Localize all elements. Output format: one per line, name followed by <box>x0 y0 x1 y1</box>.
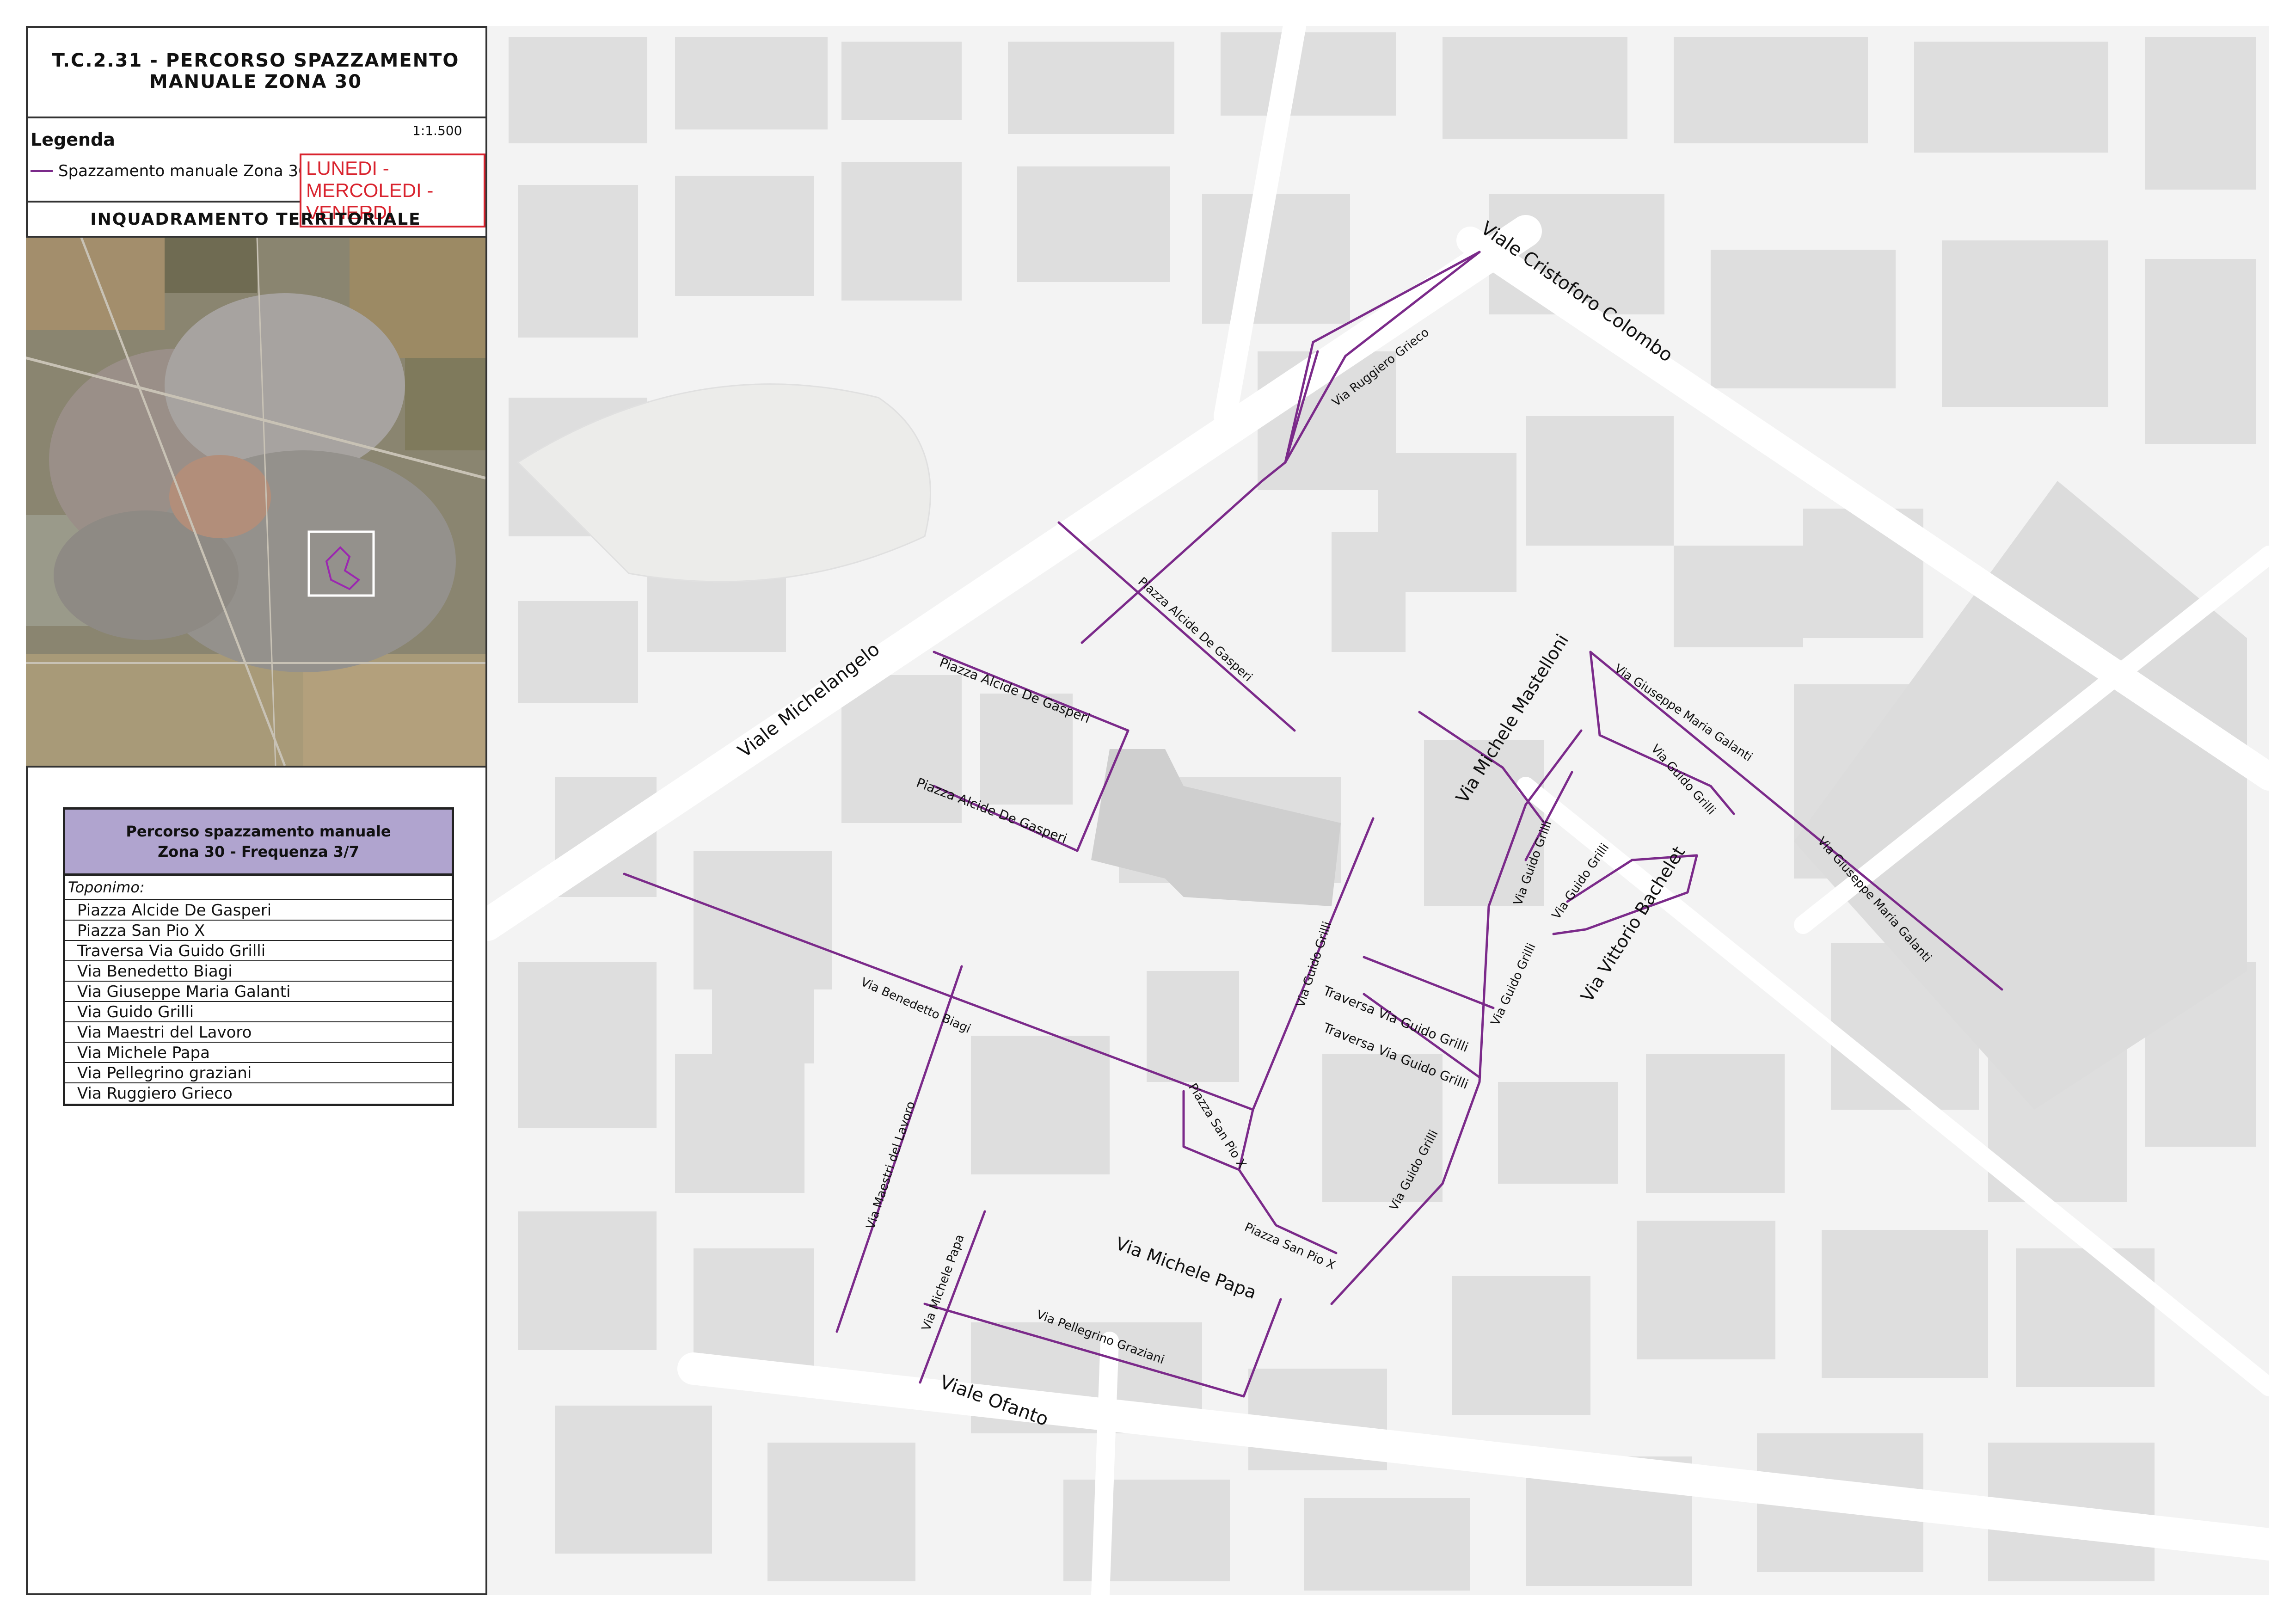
legend-heading: Legenda <box>31 129 115 150</box>
table-header: Percorso spazzamento manuale Zona 30 - F… <box>65 810 452 876</box>
table-row: Via Pellegrino graziani <box>65 1063 452 1083</box>
table-row: Via Giuseppe Maria Galanti <box>65 982 452 1002</box>
info-panel: T.C.2.31 - PERCORSO SPAZZAMENTO MANUALE … <box>26 26 487 1595</box>
legend-item-route: Spazzamento manuale Zona 30 <box>31 162 308 180</box>
table-row: Traversa Via Guido Grilli <box>65 941 452 961</box>
route-map-svg: Viale Cristoforo Colombo Via Ruggiero Gr… <box>487 26 2269 1595</box>
territorial-overview-map <box>26 238 485 768</box>
legend: Legenda 1:1.500 Spazzamento manuale Zona… <box>26 118 485 227</box>
table-row: Via Benedetto Biagi <box>65 961 452 982</box>
table-row: Piazza Alcide De Gasperi <box>65 900 452 921</box>
table-row: Via Michele Papa <box>65 1043 452 1063</box>
table-row: Via Ruggiero Grieco <box>77 1084 233 1103</box>
inquadramento-heading: INQUADRAMENTO TERRITORIALE <box>26 203 485 238</box>
table-row: Via Maestri del Lavoro <box>65 1022 452 1043</box>
table-row: Via Guido Grilli <box>65 1002 452 1022</box>
title-line-1: T.C.2.31 - PERCORSO SPAZZAMENTO <box>52 50 460 71</box>
title-block: T.C.2.31 - PERCORSO SPAZZAMENTO MANUALE … <box>26 26 485 118</box>
route-swatch-icon <box>31 170 53 172</box>
route-map: Viale Cristoforo Colombo Via Ruggiero Gr… <box>487 26 2269 1595</box>
aerial-overview-image <box>26 238 485 766</box>
table-header-line-2: Zona 30 - Frequenza 3/7 <box>158 843 359 860</box>
table-subheader: Toponimo: <box>65 876 452 900</box>
scale-label: 1:1.500 <box>412 123 462 138</box>
table-row: Piazza San Pio X <box>65 921 452 941</box>
streets-table: Percorso spazzamento manuale Zona 30 - F… <box>63 807 454 1106</box>
table-header-line-1: Percorso spazzamento manuale <box>126 823 391 840</box>
legend-item-label: Spazzamento manuale Zona 30 <box>58 162 308 180</box>
title-line-2: MANUALE ZONA 30 <box>149 71 362 92</box>
